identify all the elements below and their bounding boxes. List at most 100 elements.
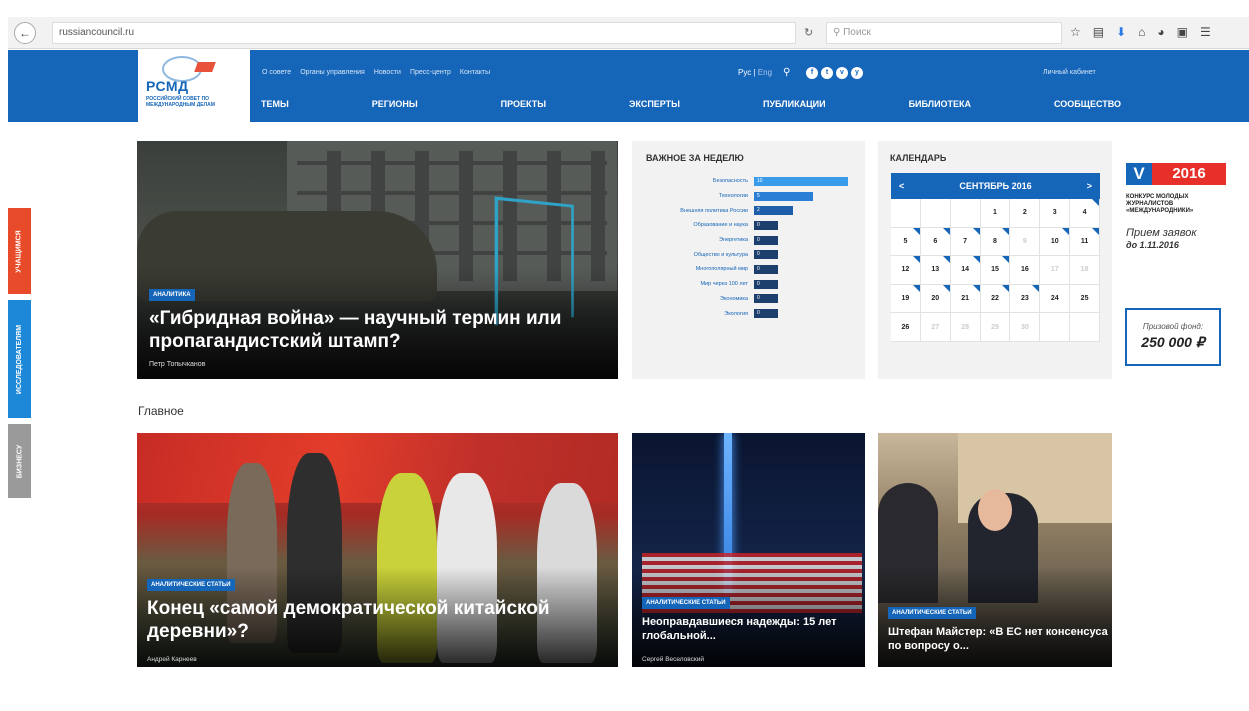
top-link-governance[interactable]: Органы управления (300, 69, 365, 76)
download-icon[interactable]: ⬇ (1116, 25, 1126, 39)
nav-themes[interactable]: ТЕМЫ (261, 99, 289, 109)
pocket-icon[interactable]: ◕ (1157, 25, 1164, 39)
week-topic-row[interactable]: Образование и наука 0 (640, 218, 860, 233)
bookmark-star-icon[interactable]: ☆ (1070, 25, 1081, 39)
search-icon[interactable]: ⚲ (783, 67, 790, 78)
card-badge[interactable]: АНАЛИТИЧЕСКИЕ СТАТЬИ (147, 579, 235, 591)
card-badge[interactable]: АНАЛИТИЧЕСКИЕ СТАТЬИ (642, 597, 730, 609)
side-tab-students[interactable]: УЧАЩИМСЯ (8, 208, 31, 294)
week-topic-row[interactable]: Многополярный мир 0 (640, 262, 860, 277)
week-topic-label[interactable]: Мир через 100 лет (640, 281, 754, 287)
week-topic-row[interactable]: Мир через 100 лет 0 (640, 277, 860, 292)
week-topic-label[interactable]: Экология (640, 311, 754, 317)
calendar-day[interactable]: 11 (1070, 227, 1100, 257)
calendar-day[interactable]: 12 (891, 256, 921, 285)
calendar-day[interactable]: 16 (1010, 256, 1041, 285)
calendar-day[interactable]: 23 (1010, 284, 1041, 314)
browser-search-input[interactable]: ⚲ Поиск (826, 22, 1062, 44)
calendar-day[interactable]: 21 (950, 284, 981, 314)
card-author[interactable]: Сергей Веселовский (642, 656, 704, 663)
week-topic-row[interactable]: Общество и культура 0 (640, 247, 860, 262)
card-author[interactable]: Андрей Карнеев (147, 656, 197, 663)
calendar-day[interactable]: 15 (980, 256, 1011, 285)
week-topic-row[interactable]: Технологии 5 (640, 189, 860, 204)
week-topic-row[interactable]: Безопасность 10 (640, 174, 860, 189)
week-topic-label[interactable]: Образование и наука (640, 222, 754, 228)
calendar-day[interactable]: 28 (950, 313, 981, 342)
week-topic-label[interactable]: Экономика (640, 296, 754, 302)
calendar-day[interactable]: 13 (920, 256, 951, 285)
nav-projects[interactable]: ПРОЕКТЫ (501, 99, 546, 109)
calendar-day[interactable]: 1 (980, 199, 1011, 228)
screenshot-icon[interactable]: ▣ (1177, 25, 1188, 39)
nav-publications[interactable]: ПУБЛИКАЦИИ (763, 99, 826, 109)
article-card[interactable]: АНАЛИТИЧЕСКИЕ СТАТЬИ Неоправдавшиеся над… (632, 433, 865, 667)
hero-author[interactable]: Петр Топычканов (149, 361, 205, 368)
lang-en[interactable]: Eng (758, 68, 772, 77)
reload-icon[interactable]: ↻ (804, 26, 813, 39)
calendar-day[interactable]: 26 (891, 313, 921, 342)
top-link-about[interactable]: О совете (262, 69, 291, 76)
calendar-day[interactable]: 30 (1010, 313, 1041, 342)
site-logo[interactable]: РСМД РОССИЙСКИЙ СОВЕТ ПО МЕЖДУНАРОДНЫМ Д… (138, 50, 250, 124)
bookmarks-list-icon[interactable]: ▤ (1093, 25, 1104, 39)
top-link-contacts[interactable]: Контакты (460, 69, 490, 76)
card-badge[interactable]: АНАЛИТИЧЕСКИЕ СТАТЬИ (888, 607, 976, 619)
next-month-icon[interactable]: > (1087, 181, 1092, 191)
hero-title[interactable]: «Гибридная война» — научный термин или п… (149, 307, 609, 353)
article-card[interactable]: АНАЛИТИЧЕСКИЕ СТАТЬИ Штефан Майстер: «В … (878, 433, 1112, 667)
calendar-day[interactable]: 29 (980, 313, 1011, 342)
nav-community[interactable]: СООБЩЕСТВО (1054, 99, 1121, 109)
menu-icon[interactable]: ☰ (1200, 25, 1211, 39)
side-tab-business[interactable]: БИЗНЕСУ (8, 424, 31, 498)
top-link-press[interactable]: Пресс-центр (410, 69, 451, 76)
calendar-day[interactable]: 5 (891, 227, 921, 257)
facebook-icon[interactable]: f (806, 67, 818, 79)
week-topic-row[interactable]: Внешняя политика России 2 (640, 203, 860, 218)
week-topic-row[interactable]: Энергетика 0 (640, 233, 860, 248)
calendar-day[interactable]: 6 (920, 227, 951, 257)
lang-ru[interactable]: Рус (738, 68, 751, 77)
week-topic-label[interactable]: Технологии (640, 193, 754, 199)
calendar-day[interactable]: 24 (1040, 284, 1071, 314)
vk-icon[interactable]: v (836, 67, 848, 79)
side-tab-researchers[interactable]: ИССЛЕДОВАТЕЛЯМ (8, 300, 31, 418)
calendar-day[interactable]: 9 (1010, 227, 1041, 257)
calendar-day[interactable]: 27 (920, 313, 951, 342)
nav-library[interactable]: БИБЛИОТЕКА (909, 99, 971, 109)
youtube-icon[interactable]: y (851, 67, 863, 79)
nav-regions[interactable]: РЕГИОНЫ (372, 99, 418, 109)
contest-banner[interactable]: V 2016 КОНКУРС МОЛОДЫХ ЖУРНАЛИСТОВ «МЕЖД… (1126, 163, 1226, 250)
card-title[interactable]: Штефан Майстер: «В ЕС нет консенсуса по … (888, 625, 1108, 653)
calendar-day[interactable]: 18 (1070, 256, 1100, 285)
week-topic-label[interactable]: Безопасность (640, 178, 754, 184)
week-topic-row[interactable]: Экология 0 (640, 306, 860, 321)
calendar-day[interactable]: 20 (920, 284, 951, 314)
address-bar[interactable]: russiancouncil.ru (52, 22, 796, 44)
back-arrow-icon[interactable]: ← (14, 21, 36, 44)
calendar-day[interactable]: 10 (1040, 227, 1071, 257)
calendar-day[interactable]: 8 (980, 227, 1011, 257)
home-icon[interactable]: ⌂ (1138, 25, 1145, 39)
nav-experts[interactable]: ЭКСПЕРТЫ (629, 99, 680, 109)
calendar-day[interactable]: 25 (1070, 284, 1100, 314)
card-title[interactable]: Неоправдавшиеся надежды: 15 лет глобальн… (642, 615, 862, 643)
calendar-day[interactable]: 2 (1010, 199, 1041, 228)
top-link-news[interactable]: Новости (374, 69, 401, 76)
calendar-day[interactable]: 17 (1040, 256, 1071, 285)
hero-article[interactable]: АНАЛИТИКА «Гибридная война» — научный те… (137, 141, 618, 379)
calendar-day[interactable]: 4 (1070, 199, 1100, 228)
week-topic-label[interactable]: Внешняя политика России (640, 208, 754, 214)
article-card[interactable]: АНАЛИТИЧЕСКИЕ СТАТЬИ Конец «самой демокр… (137, 433, 618, 667)
week-topic-label[interactable]: Многополярный мир (640, 266, 754, 272)
card-title[interactable]: Конец «самой демократической китайской д… (147, 597, 617, 643)
week-topic-label[interactable]: Общество и культура (640, 252, 754, 258)
personal-cabinet-link[interactable]: Личный кабинет (1043, 69, 1096, 76)
prize-fund-box[interactable]: Призовой фонд: 250 000 ₽ (1125, 308, 1221, 366)
hero-badge[interactable]: АНАЛИТИКА (149, 289, 195, 301)
calendar-day[interactable]: 19 (891, 284, 921, 314)
week-topic-row[interactable]: Экономика 0 (640, 292, 860, 307)
calendar-day[interactable]: 3 (1040, 199, 1071, 228)
prev-month-icon[interactable]: < (899, 181, 904, 191)
calendar-day[interactable]: 14 (950, 256, 981, 285)
